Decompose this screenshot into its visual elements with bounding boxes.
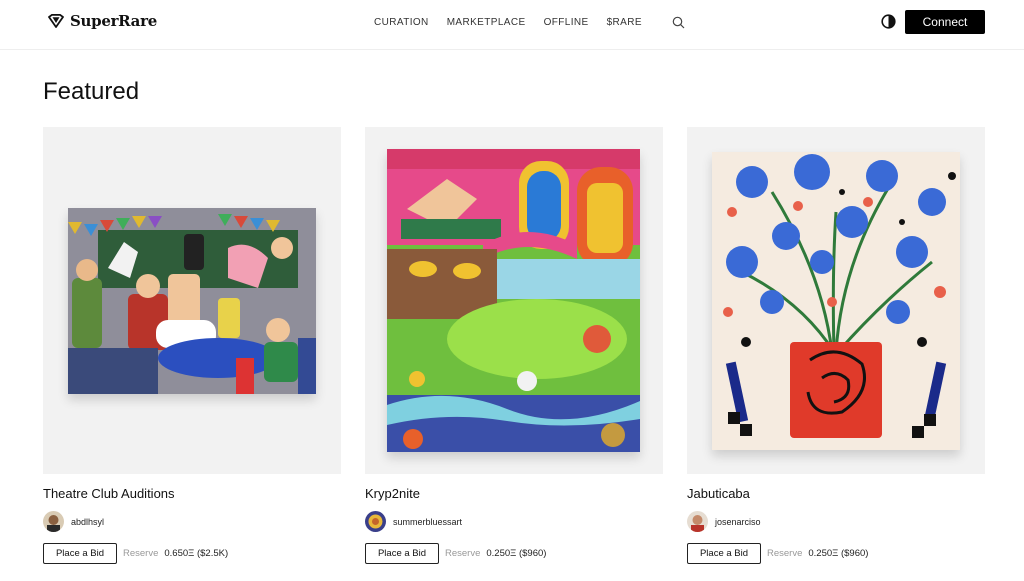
reserve-label: Reserve [767,548,803,559]
top-nav-bar: SuperRare CURATION MARKETPLACE OFFLINE $… [0,0,1024,50]
main-nav: CURATION MARKETPLACE OFFLINE $RARE [374,16,685,29]
artwork-title[interactable]: Kryp2nite [365,486,420,501]
artwork-card: Theatre Club Auditions abdlhsyl Place a … [43,127,341,564]
avatar [687,511,708,532]
artwork-card: Kryp2nite summerbluessart Place a Bid Re… [365,127,663,564]
reserve-price: 0.250Ξ ($960) [808,548,869,559]
artwork-title[interactable]: Jabuticaba [687,486,750,501]
creator-username: josenarciso [715,516,761,527]
contrast-icon[interactable] [881,14,896,29]
artwork-theatre-club-auditions [68,208,316,394]
nav-rare-token[interactable]: $RARE [607,17,642,28]
diamond-logo-icon [48,14,64,28]
avatar [365,511,386,532]
artwork-image-container[interactable] [687,127,985,474]
artwork-card: Jabuticaba josenarciso Place a Bid Reser… [687,127,985,564]
logo-text: SuperRare [70,12,157,30]
artwork-image-container[interactable] [365,127,663,474]
reserve-price: 0.650Ξ ($2.5K) [164,548,229,559]
nav-curation[interactable]: CURATION [374,17,429,28]
place-bid-button[interactable]: Place a Bid [687,543,761,564]
place-bid-button[interactable]: Place a Bid [365,543,439,564]
superrare-logo[interactable]: SuperRare [48,12,157,30]
search-icon[interactable] [672,16,685,29]
artwork-jabuticaba [712,152,960,450]
artwork-title[interactable]: Theatre Club Auditions [43,486,175,501]
creator-username: summerbluessart [393,516,463,527]
reserve-price: 0.250Ξ ($960) [486,548,547,559]
bid-row: Place a Bid Reserve 0.250Ξ ($960) [687,543,868,564]
creator-link[interactable]: summerbluessart [365,511,462,532]
bid-row: Place a Bid Reserve 0.650Ξ ($2.5K) [43,543,228,564]
section-title: Featured [43,78,140,105]
reserve-label: Reserve [123,548,159,559]
nav-marketplace[interactable]: MARKETPLACE [447,17,526,28]
bid-row: Place a Bid Reserve 0.250Ξ ($960) [365,543,546,564]
reserve-label: Reserve [445,548,481,559]
creator-link[interactable]: abdlhsyl [43,511,104,532]
artwork-kryp2nite [387,149,640,452]
nav-offline[interactable]: OFFLINE [544,17,589,28]
place-bid-button[interactable]: Place a Bid [43,543,117,564]
avatar [43,511,64,532]
connect-button[interactable]: Connect [905,10,985,34]
creator-link[interactable]: josenarciso [687,511,761,532]
creator-username: abdlhsyl [71,516,105,527]
artwork-image-container[interactable] [43,127,341,474]
